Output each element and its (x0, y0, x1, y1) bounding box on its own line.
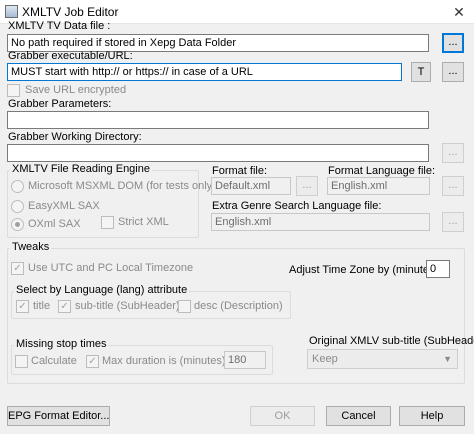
engine-option-msxml: Microsoft MSXML DOM (for tests only) (28, 180, 216, 192)
original-subtitle-select[interactable]: Keep ▼ (307, 349, 458, 369)
missing-stop-group-label: Missing stop times (14, 338, 109, 350)
format-language-browse-button[interactable]: ... (442, 176, 464, 196)
calculate-checkbox[interactable] (15, 355, 28, 368)
save-encrypted-checkbox[interactable] (7, 84, 20, 97)
grabber-input[interactable]: MUST start with http:// or https:// in c… (7, 63, 402, 81)
engine-radio-oxml[interactable] (11, 218, 24, 231)
lang-title-label: title (33, 300, 51, 312)
grabber-label: Grabber executable/URL: (8, 50, 133, 62)
extra-genre-label: Extra Genre Search Language file: (212, 200, 382, 212)
window-title: XMLTV Job Editor (22, 5, 119, 19)
max-duration-input[interactable]: 180 (224, 351, 266, 369)
original-subtitle-value: Keep (312, 353, 338, 365)
t-button[interactable]: T (411, 62, 431, 82)
lang-subtitle-checkbox[interactable]: ✓ (58, 300, 71, 313)
engine-radio-easyxml[interactable] (11, 200, 24, 213)
app-icon (5, 5, 18, 18)
calculate-label: Calculate (31, 355, 77, 367)
grabber-params-label: Grabber Parameters: (8, 98, 112, 110)
grabber-workdir-browse-button[interactable]: ... (442, 143, 464, 163)
data-file-label: XMLTV TV Data file : (8, 20, 111, 32)
engine-radio-msxml[interactable] (11, 180, 24, 193)
original-subtitle-label: Original XMLV sub-title (SubHeader): (309, 335, 474, 347)
cancel-button[interactable]: Cancel (326, 406, 391, 426)
lang-title-checkbox[interactable]: ✓ (16, 300, 29, 313)
format-language-input[interactable]: English.xml (327, 177, 430, 195)
tweaks-group-label: Tweaks (10, 241, 52, 253)
adjust-tz-label: Adjust Time Zone by (minutes): (289, 264, 442, 276)
max-duration-label: Max duration is (minutes): (102, 355, 229, 367)
format-file-browse-button[interactable]: ... (296, 176, 318, 196)
grabber-workdir-label: Grabber Working Directory: (8, 131, 142, 143)
strict-xml-label: Strict XML (118, 216, 169, 228)
format-language-label: Format Language file: (328, 165, 436, 177)
lang-desc-label: desc (Description) (194, 300, 283, 312)
help-button[interactable]: Help (399, 406, 465, 426)
strict-xml-checkbox[interactable] (101, 216, 114, 229)
utc-checkbox[interactable]: ✓ (11, 262, 24, 275)
extra-genre-browse-button[interactable]: ... (442, 212, 464, 232)
lang-desc-checkbox[interactable] (178, 300, 191, 313)
adjust-tz-input[interactable]: 0 (426, 260, 450, 278)
engine-option-oxml: OXml SAX (28, 218, 81, 230)
grabber-params-input[interactable] (7, 111, 429, 129)
lang-subtitle-label: sub-title (SubHeader) (75, 300, 180, 312)
engine-group-label: XMLTV File Reading Engine (10, 163, 152, 175)
save-encrypted-label: Save URL encrypted (25, 84, 127, 96)
chevron-down-icon: ▼ (443, 354, 452, 364)
data-file-browse-button[interactable]: ... (442, 33, 464, 53)
grabber-browse-button[interactable]: ... (442, 62, 464, 82)
utc-label: Use UTC and PC Local Timezone (28, 262, 194, 274)
grabber-workdir-input[interactable] (7, 144, 429, 162)
format-file-input[interactable]: Default.xml (211, 177, 291, 195)
close-icon[interactable]: ✕ (448, 2, 470, 22)
max-duration-checkbox[interactable]: ✓ (86, 355, 99, 368)
extra-genre-input[interactable]: English.xml (211, 213, 430, 231)
engine-option-easyxml: EasyXML SAX (28, 200, 100, 212)
ok-button[interactable]: OK (250, 406, 315, 426)
language-group-label: Select by Language (lang) attribute (14, 284, 190, 296)
format-file-label: Format file: (212, 165, 268, 177)
epg-format-editor-button[interactable]: EPG Format Editor... (7, 406, 110, 426)
